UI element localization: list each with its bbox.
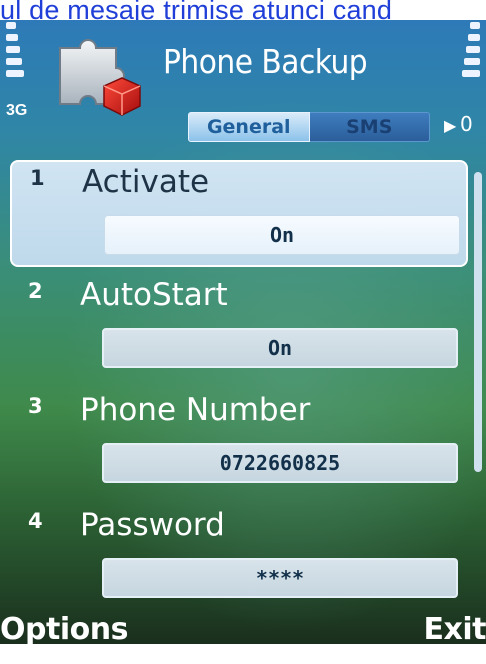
setting-index: 2 <box>28 279 43 303</box>
tab-bar: General SMS <box>188 112 430 142</box>
scrollbar[interactable] <box>474 172 482 472</box>
battery-level-icon <box>446 20 480 116</box>
puzzle-piece-icon <box>50 28 146 124</box>
setting-index: 3 <box>28 394 43 418</box>
softkey-bar: Options Exit <box>0 612 486 664</box>
settings-list: 1 Activate On 2 AutoStart On 3 Phone Num… <box>10 160 468 620</box>
setting-phone-number[interactable]: 3 Phone Number 0722660825 <box>10 390 468 505</box>
setting-label: AutoStart <box>80 277 228 313</box>
options-softkey[interactable]: Options <box>0 612 128 647</box>
tab-counter: 0 <box>460 112 473 136</box>
tab-general[interactable]: General <box>188 112 310 142</box>
setting-label: Activate <box>82 164 210 200</box>
network-type-label: 3G <box>6 102 28 119</box>
app-title: Phone Backup <box>163 42 368 81</box>
setting-label: Password <box>80 507 225 543</box>
setting-index: 1 <box>30 166 45 190</box>
setting-value-field[interactable]: 0722660825 <box>102 443 458 483</box>
setting-autostart[interactable]: 2 AutoStart On <box>10 275 468 390</box>
setting-value-field[interactable]: **** <box>102 558 458 598</box>
setting-value-field[interactable]: On <box>102 328 458 368</box>
tab-sms[interactable]: SMS <box>309 112 430 142</box>
phone-screen: 3G Phone Backup General SMS ▶ 0 1 Activa… <box>0 20 486 647</box>
setting-index: 4 <box>28 509 43 533</box>
arrow-right-icon[interactable]: ▶ <box>444 116 456 135</box>
setting-label: Phone Number <box>80 392 311 428</box>
setting-password[interactable]: 4 Password **** <box>10 505 468 620</box>
setting-value-field[interactable]: On <box>104 215 460 255</box>
setting-activate[interactable]: 1 Activate On <box>10 160 468 267</box>
exit-softkey[interactable]: Exit <box>424 612 486 647</box>
